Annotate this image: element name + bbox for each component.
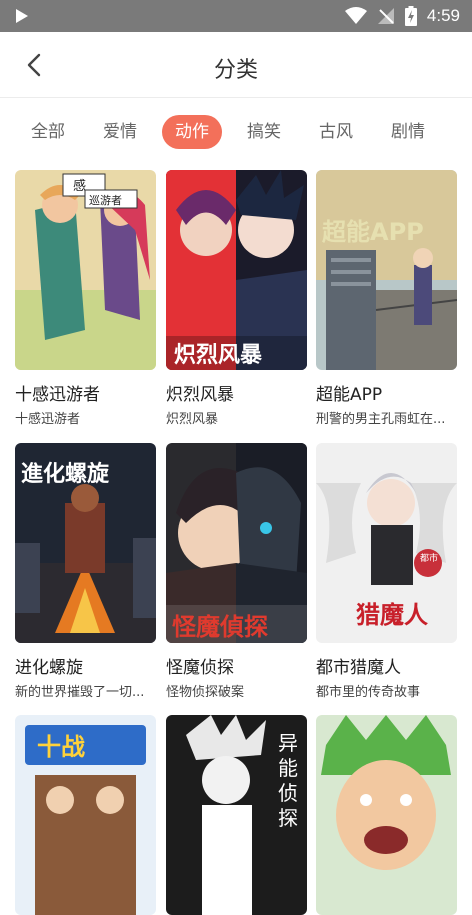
comic-cover[interactable]: 怪魔偵探 xyxy=(166,443,307,643)
comic-desc: 刑警的男主孔雨虹在... xyxy=(316,412,446,427)
comic-title: 怪魔侦探 xyxy=(166,658,234,678)
svg-text:探: 探 xyxy=(278,806,298,830)
svg-text:都市: 都市 xyxy=(420,552,438,564)
comic-cover[interactable] xyxy=(316,715,457,915)
comic-cover[interactable]: 超能APP xyxy=(316,170,457,370)
page-title: 分类 xyxy=(213,58,258,83)
play-icon xyxy=(16,9,28,23)
comic-title: 都市猎魔人 xyxy=(316,658,401,678)
tab-ancient[interactable]: 古风 xyxy=(306,115,366,149)
comic-cover[interactable]: 十战 xyxy=(15,715,156,915)
comic-title: 炽烈风暴 xyxy=(166,385,234,405)
svg-text:巡游者: 巡游者 xyxy=(89,194,122,207)
tab-drama[interactable]: 剧情 xyxy=(378,115,438,149)
comic-title: 进化螺旋 xyxy=(15,658,83,678)
svg-text:炽烈风暴: 炽烈风暴 xyxy=(174,343,263,368)
svg-text:能: 能 xyxy=(278,756,298,780)
comic-desc: 怪物侦探破案 xyxy=(166,685,245,700)
comic-cover[interactable]: 都市 猎魔人 xyxy=(316,443,457,643)
svg-text:十战: 十战 xyxy=(37,733,85,761)
comic-cover[interactable]: 進化螺旋 xyxy=(15,443,156,643)
battery-charging-icon xyxy=(404,6,417,26)
wifi-icon xyxy=(344,7,367,24)
comic-cover[interactable]: 异 能 侦 探 xyxy=(166,715,307,915)
svg-text:感: 感 xyxy=(73,178,86,194)
svg-text:猎魔人: 猎魔人 xyxy=(356,600,428,629)
status-bar: 4:59 xyxy=(0,0,472,32)
tab-action[interactable]: 动作 xyxy=(162,115,222,149)
svg-text:侦: 侦 xyxy=(278,781,298,805)
tab-comedy[interactable]: 搞笑 xyxy=(234,115,294,149)
comic-cover[interactable]: 炽烈风暴 xyxy=(166,170,307,370)
svg-text:怪魔偵探: 怪魔偵探 xyxy=(172,613,268,641)
comic-desc: 都市里的传奇故事 xyxy=(316,685,421,700)
no-signal-icon xyxy=(377,8,394,24)
comic-title: 超能APP xyxy=(316,385,383,405)
tab-romance[interactable]: 爱情 xyxy=(90,115,150,149)
svg-text:進化螺旋: 進化螺旋 xyxy=(21,461,110,487)
comic-cover[interactable]: 感 巡游者 xyxy=(15,170,156,370)
svg-text:异: 异 xyxy=(278,731,298,755)
svg-text:超能APP: 超能APP xyxy=(322,218,424,246)
comic-desc: 十感迅游者 xyxy=(15,412,81,427)
comic-desc: 新的世界摧毁了一切... xyxy=(15,685,145,700)
app-header: 分类 xyxy=(0,32,472,98)
comic-title: 十感迅游者 xyxy=(15,385,100,405)
category-tabs: 全部 爱情 动作 搞笑 古风 剧情 xyxy=(0,112,472,152)
status-time: 4:59 xyxy=(426,6,460,25)
comic-desc: 炽烈风暴 xyxy=(166,412,219,427)
tab-all[interactable]: 全部 xyxy=(18,115,78,149)
